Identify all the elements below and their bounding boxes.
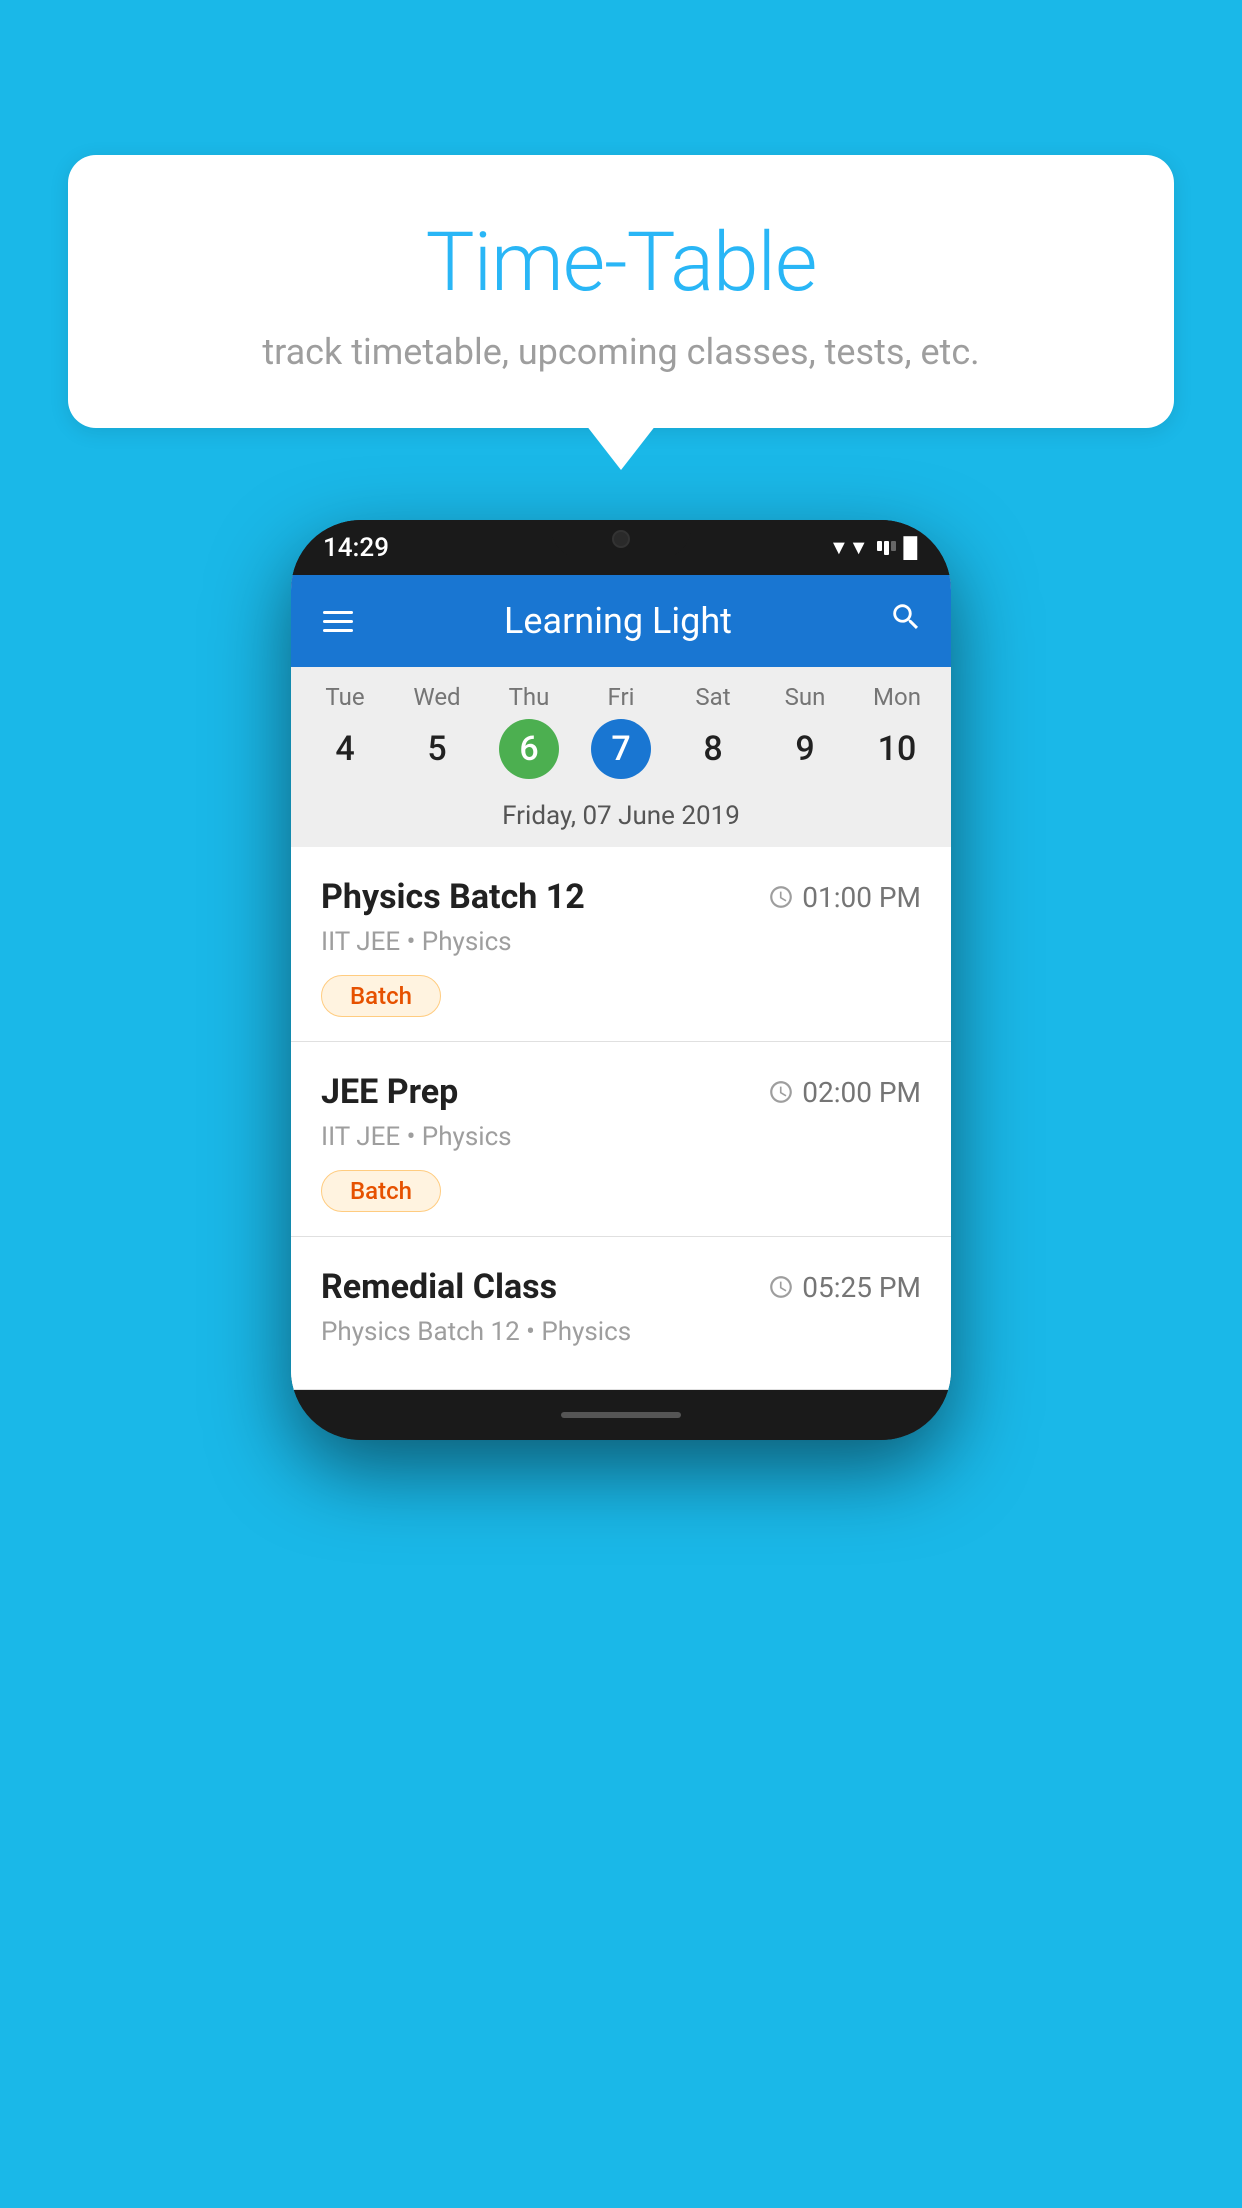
batch-badge-1: Batch	[321, 975, 441, 1017]
day-col-tue[interactable]: Tue 4	[303, 683, 388, 779]
app-title: Learning Light	[381, 600, 855, 642]
schedule-item-header-3: Remedial Class 05:25 PM	[321, 1267, 921, 1307]
day-number-10: 10	[867, 719, 927, 779]
status-time: 14:29	[323, 533, 389, 563]
day-col-fri[interactable]: Fri 7	[579, 683, 664, 779]
phone-bottom-bar	[291, 1390, 951, 1440]
schedule-item-subtitle-3: Physics Batch 12 • Physics	[321, 1317, 921, 1347]
day-number-5: 5	[407, 719, 467, 779]
schedule-item-time-1: 01:00 PM	[768, 881, 921, 914]
day-number-4: 4	[315, 719, 375, 779]
clock-icon-3	[768, 1274, 794, 1300]
clock-icon-2	[768, 1079, 794, 1105]
app-screen: Learning Light Tue 4 Wed	[291, 575, 951, 1390]
day-col-sat[interactable]: Sat 8	[671, 683, 756, 779]
schedule-item-title-1: Physics Batch 12	[321, 877, 585, 917]
day-number-7: 7	[591, 719, 651, 779]
battery-icon: ▉	[904, 536, 919, 560]
wifi-icon: ▼▼	[829, 535, 869, 560]
day-label-wed: Wed	[413, 683, 460, 711]
day-label-thu: Thu	[509, 683, 550, 711]
day-label-sat: Sat	[695, 683, 730, 711]
status-bar: 14:29 ▼▼ ▉	[291, 520, 951, 575]
day-col-mon[interactable]: Mon 10	[855, 683, 940, 779]
schedule-item-time-3: 05:25 PM	[768, 1271, 921, 1304]
search-icon[interactable]	[889, 600, 923, 643]
batch-badge-2: Batch	[321, 1170, 441, 1212]
day-label-sun: Sun	[785, 683, 826, 711]
schedule-item-header-2: JEE Prep 02:00 PM	[321, 1072, 921, 1112]
day-label-mon: Mon	[873, 683, 921, 711]
menu-icon[interactable]	[319, 607, 357, 636]
home-indicator	[561, 1412, 681, 1418]
day-col-sun[interactable]: Sun 9	[763, 683, 848, 779]
schedule-item-subtitle-2: IIT JEE • Physics	[321, 1122, 921, 1152]
page-subtitle: track timetable, upcoming classes, tests…	[108, 331, 1134, 373]
schedule-item-2[interactable]: JEE Prep 02:00 PM IIT JEE • Physics Batc…	[291, 1042, 951, 1237]
notch	[551, 520, 691, 558]
day-col-thu[interactable]: Thu 6	[487, 683, 572, 779]
phone-frame: 14:29 ▼▼ ▉	[291, 520, 951, 1440]
page-title: Time-Table	[108, 215, 1134, 311]
day-number-8: 8	[683, 719, 743, 779]
speech-bubble: Time-Table track timetable, upcoming cla…	[68, 155, 1174, 428]
schedule-item-3[interactable]: Remedial Class 05:25 PM Physics Batch 12…	[291, 1237, 951, 1390]
app-bar: Learning Light	[291, 575, 951, 667]
selected-date-label: Friday, 07 June 2019	[291, 789, 951, 847]
schedule-item-header-1: Physics Batch 12 01:00 PM	[321, 877, 921, 917]
calendar-section: Tue 4 Wed 5 Thu 6 Fri	[291, 667, 951, 847]
phone-mockup: 14:29 ▼▼ ▉	[291, 520, 951, 1440]
day-label-tue: Tue	[325, 683, 364, 711]
schedule-item-1[interactable]: Physics Batch 12 01:00 PM IIT JEE • Phys…	[291, 847, 951, 1042]
schedule-list: Physics Batch 12 01:00 PM IIT JEE • Phys…	[291, 847, 951, 1390]
schedule-item-title-2: JEE Prep	[321, 1072, 458, 1112]
clock-icon-1	[768, 884, 794, 910]
day-col-wed[interactable]: Wed 5	[395, 683, 480, 779]
speech-bubble-container: Time-Table track timetable, upcoming cla…	[68, 155, 1174, 428]
day-number-9: 9	[775, 719, 835, 779]
schedule-item-time-2: 02:00 PM	[768, 1076, 921, 1109]
signal-icon	[877, 541, 896, 555]
status-icons: ▼▼ ▉	[829, 535, 919, 560]
days-row: Tue 4 Wed 5 Thu 6 Fri	[291, 683, 951, 779]
day-number-6: 6	[499, 719, 559, 779]
schedule-item-title-3: Remedial Class	[321, 1267, 557, 1307]
schedule-item-subtitle-1: IIT JEE • Physics	[321, 927, 921, 957]
camera	[612, 530, 630, 548]
day-label-fri: Fri	[608, 683, 635, 711]
